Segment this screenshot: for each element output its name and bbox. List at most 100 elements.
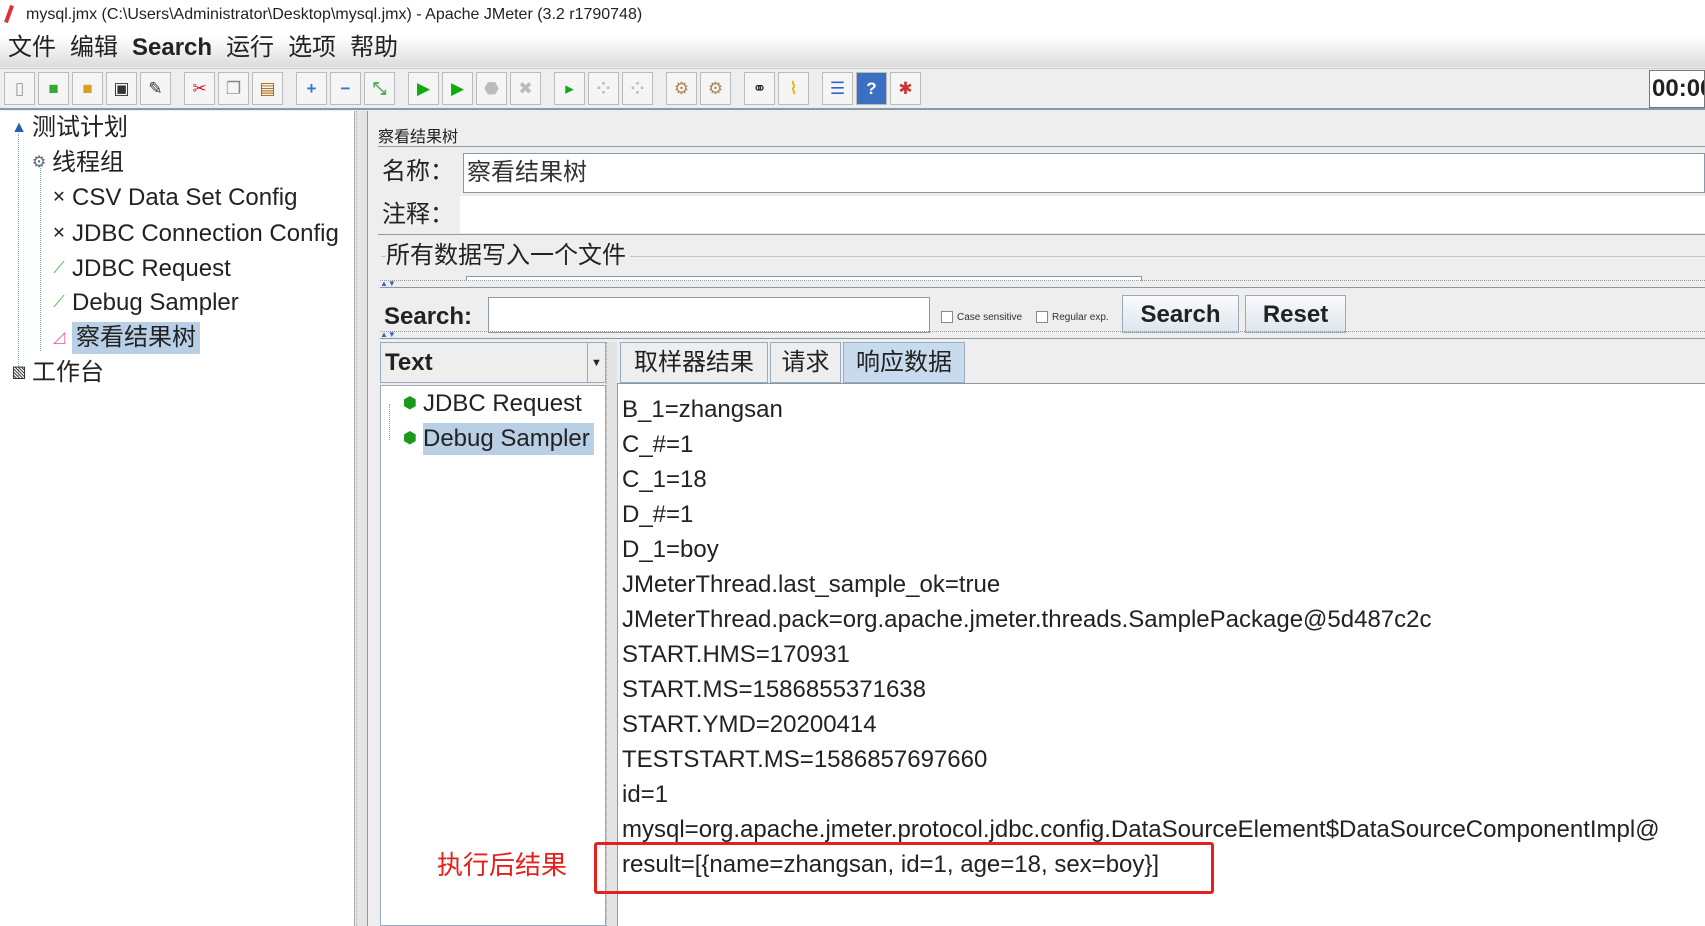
- case-sensitive-checkbox[interactable]: Case sensitive: [941, 311, 1022, 323]
- response-line: D_#=1: [622, 501, 694, 528]
- reset-button[interactable]: Reset: [1245, 295, 1346, 333]
- tree-item-label: 线程组: [52, 149, 124, 176]
- toolbar: ▯ ■ ■ ▣ ✎ ✂ ❐ ▤ + − ⤡ ▶ ▶ ⬣ ✖ ▸ ⁘ ⁘ ⚙ ⚙ …: [0, 68, 1705, 110]
- copy-icon[interactable]: ❐: [218, 72, 249, 105]
- tools-icon: ✕: [52, 225, 66, 242]
- tree-item-label: CSV Data Set Config: [72, 184, 298, 211]
- open-icon[interactable]: ■: [72, 72, 103, 105]
- paste-icon[interactable]: ▤: [252, 72, 283, 105]
- menu-file[interactable]: 文件: [8, 29, 56, 67]
- tree-item-jdbc-request[interactable]: ⟋ JDBC Request: [50, 253, 230, 285]
- help-icon[interactable]: ?: [856, 72, 887, 105]
- name-label: 名称：: [382, 158, 454, 185]
- remote-start-icon[interactable]: ▸: [554, 72, 585, 105]
- lower-splitter[interactable]: ▲▼: [380, 331, 1705, 339]
- title-bar: mysql.jmx (C:\Users\Administrator\Deskto…: [0, 0, 1705, 29]
- search-binoculars-icon[interactable]: ⚭: [744, 72, 775, 105]
- comment-label: 注释：: [382, 201, 454, 228]
- pipette-icon: ⟋: [53, 294, 65, 311]
- pipette-icon: ⟋: [53, 260, 65, 277]
- workbench-icon: ▧: [11, 364, 27, 381]
- function-helper-icon[interactable]: ☰: [822, 72, 853, 105]
- response-line: C_#=1: [622, 431, 694, 458]
- response-line: C_1=18: [622, 466, 707, 493]
- save-as-icon[interactable]: ✎: [140, 72, 171, 105]
- logger-icon[interactable]: ✱: [890, 72, 921, 105]
- templates-icon[interactable]: ■: [38, 72, 69, 105]
- menu-help[interactable]: 帮助: [350, 29, 398, 67]
- tree-item-thread-group[interactable]: ⚙ 线程组: [30, 147, 124, 179]
- menu-options[interactable]: 选项: [288, 29, 336, 67]
- tree-item-jdbc-connection-config[interactable]: ✕ JDBC Connection Config: [50, 218, 339, 250]
- tools-icon: ✕: [52, 189, 66, 206]
- tree-item-label: 测试计划: [32, 114, 128, 141]
- response-line: id=1: [622, 781, 669, 808]
- regular-exp-label: Regular exp.: [1052, 311, 1109, 323]
- cut-icon[interactable]: ✂: [184, 72, 215, 105]
- tree-item-debug-sampler[interactable]: ⟋ Debug Sampler: [50, 287, 239, 319]
- upper-splitter[interactable]: ▲▼: [380, 280, 1705, 288]
- regular-exp-checkbox[interactable]: Regular exp.: [1036, 311, 1109, 323]
- response-line: B_1=zhangsan: [622, 396, 783, 423]
- response-line: D_1=boy: [622, 536, 719, 563]
- elapsed-timer: 00:00: [1649, 70, 1705, 108]
- gear-icon: ⚙: [31, 154, 47, 171]
- panel-title: 察看结果树: [378, 129, 459, 146]
- renderer-selected: Text: [385, 349, 433, 376]
- tree-splitter[interactable]: [356, 111, 368, 926]
- results-splitter[interactable]: [606, 342, 617, 926]
- menu-search[interactable]: Search: [132, 29, 212, 67]
- tab-response-data[interactable]: 响应数据: [843, 342, 965, 383]
- comment-field[interactable]: [460, 196, 1705, 233]
- tree-item-label: Debug Sampler: [72, 289, 239, 316]
- jmeter-feather-icon: [4, 4, 14, 24]
- response-line: JMeterThread.pack=org.apache.jmeter.thre…: [622, 606, 1432, 633]
- case-sensitive-label: Case sensitive: [957, 311, 1023, 323]
- response-line: START.HMS=170931: [622, 641, 850, 668]
- stop-icon[interactable]: ⬣: [476, 72, 507, 105]
- start-no-pause-icon[interactable]: ▶: [442, 72, 473, 105]
- result-item-label: JDBC Request: [423, 390, 582, 417]
- search-button[interactable]: Search: [1122, 295, 1239, 333]
- start-icon[interactable]: ▶: [408, 72, 439, 105]
- test-plan-tree: ▲ 测试计划 ⚙ 线程组 ✕ CSV Data Set Config ✕ JDBC Co…: [0, 111, 355, 926]
- result-item-label: Debug Sampler: [423, 423, 594, 455]
- tab-request[interactable]: 请求: [770, 342, 841, 383]
- tree-item-label: JDBC Connection Config: [72, 220, 339, 247]
- annotation-label: 执行后结果: [437, 850, 568, 880]
- chevron-down-icon: ▼: [587, 343, 605, 382]
- new-icon[interactable]: ▯: [4, 72, 35, 105]
- window-title: mysql.jmx (C:\Users\Administrator\Deskto…: [26, 6, 643, 23]
- tree-item-workbench[interactable]: ▧ 工作台: [10, 357, 104, 389]
- remote-shutdown-icon[interactable]: ⁘: [622, 72, 653, 105]
- clear-all-icon[interactable]: ⚙: [700, 72, 731, 105]
- tree-item-label: 工作台: [32, 359, 104, 386]
- reset-search-broom-icon[interactable]: ⌇: [778, 72, 809, 105]
- tree-item-csv-data-set-config[interactable]: ✕ CSV Data Set Config: [50, 182, 297, 214]
- tab-sampler-result[interactable]: 取样器结果: [620, 342, 768, 383]
- clear-icon[interactable]: ⚙: [666, 72, 697, 105]
- renderer-select[interactable]: Text ▼: [380, 342, 606, 383]
- toggle-icon[interactable]: ⤡: [364, 72, 395, 105]
- menu-edit[interactable]: 编辑: [70, 29, 118, 67]
- shutdown-icon[interactable]: ✖: [510, 72, 541, 105]
- write-to-file-section: 所有数据写入一个文件: [386, 237, 630, 275]
- expand-icon[interactable]: +: [296, 72, 327, 105]
- menu-run[interactable]: 运行: [226, 29, 274, 67]
- tree-item-view-results-tree[interactable]: ◿ 察看结果树: [50, 322, 200, 354]
- save-icon[interactable]: ▣: [106, 72, 137, 105]
- chart-icon: ◿: [52, 329, 66, 346]
- remote-stop-icon[interactable]: ⁘: [588, 72, 619, 105]
- response-line: TESTSTART.MS=1586857697660: [622, 746, 988, 773]
- result-item-debug-sampler[interactable]: ⬢ Debug Sampler: [401, 423, 594, 455]
- search-input[interactable]: [488, 297, 930, 333]
- menu-bar: 文件 编辑 Search 运行 选项 帮助: [0, 29, 1705, 67]
- name-field[interactable]: 察看结果树: [463, 153, 1705, 193]
- collapse-icon[interactable]: −: [330, 72, 361, 105]
- results-tree: ⬢ JDBC Request ⬢ Debug Sampler: [380, 385, 606, 926]
- tree-item-test-plan[interactable]: ▲ 测试计划: [10, 112, 128, 144]
- response-line: START.MS=1586855371638: [622, 676, 926, 703]
- response-line: JMeterThread.last_sample_ok=true: [622, 571, 1001, 598]
- result-item-jdbc-request[interactable]: ⬢ JDBC Request: [401, 388, 582, 420]
- highlight-box: [594, 842, 1214, 894]
